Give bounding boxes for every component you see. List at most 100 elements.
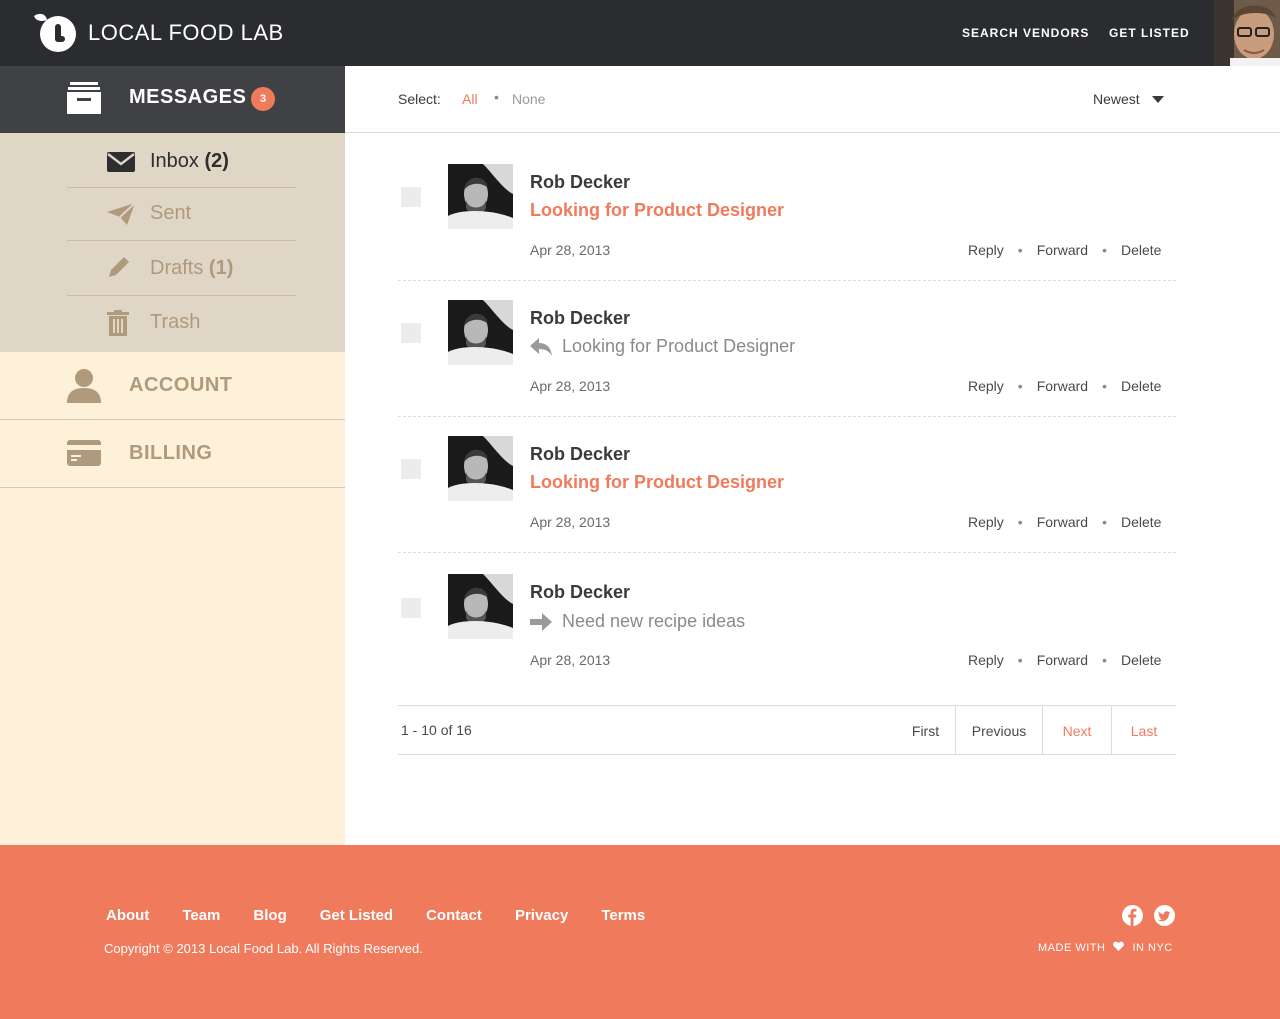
message-checkbox[interactable]: [401, 323, 421, 343]
made-in-nyc: MADE WITH IN NYC: [1038, 941, 1173, 954]
made-with-text: MADE WITH: [1038, 941, 1106, 954]
message-sender: Rob Decker: [530, 308, 631, 328]
next-page-button[interactable]: Next: [1042, 706, 1111, 755]
footer-link-team[interactable]: Team: [182, 907, 220, 924]
separator-dot: •: [1102, 378, 1107, 394]
message-date: Apr 28, 2013: [530, 378, 611, 394]
sidebar-item-trash[interactable]: Trash: [67, 296, 296, 351]
sidebar-item-sent[interactable]: Sent: [67, 188, 296, 241]
sender-avatar: [448, 300, 513, 365]
sidebar-item-label: Trash: [150, 311, 201, 333]
messages-nav-header[interactable]: MESSAGES 3: [0, 66, 345, 133]
message-row[interactable]: Rob Decker Looking for Product Designer …: [398, 417, 1176, 553]
message-actions: Reply • Forward • Delete: [968, 652, 1161, 668]
message-actions: Reply • Forward • Delete: [968, 242, 1161, 258]
message-checkbox[interactable]: [401, 598, 421, 618]
message-sender: Rob Decker: [530, 582, 631, 602]
reply-button[interactable]: Reply: [968, 378, 1004, 394]
brand-name: LOCAL FOOD LAB: [88, 20, 284, 45]
message-actions: Reply • Forward • Delete: [968, 378, 1161, 394]
paper-plane-icon: [107, 202, 136, 230]
logo[interactable]: LOCAL FOOD LAB: [32, 12, 284, 54]
messages-submenu: Inbox (2) Sent Drafts (1) Trash: [0, 133, 345, 352]
message-row[interactable]: Rob Decker Looking for Product Designer …: [398, 145, 1176, 281]
caret-down-icon: [1151, 95, 1164, 103]
billing-label: BILLING: [129, 442, 213, 464]
twitter-icon[interactable]: [1154, 905, 1175, 931]
footer-link-blog[interactable]: Blog: [253, 907, 286, 924]
copyright-text: Copyright © 2013 Local Food Lab. All Rig…: [104, 941, 423, 956]
separator-dot: •: [1017, 514, 1023, 530]
sidebar-item-label: Sent: [150, 202, 192, 224]
message-subject[interactable]: Looking for Product Designer: [530, 200, 784, 221]
pencil-icon: [107, 255, 131, 284]
footer-link-about[interactable]: About: [106, 907, 149, 924]
sidebar-item-billing[interactable]: BILLING: [0, 420, 345, 488]
top-bar: LOCAL FOOD LAB SEARCH VENDORS GET LISTED: [0, 0, 1280, 66]
forward-arrow-icon: [530, 612, 552, 631]
messages-title: MESSAGES: [129, 86, 247, 108]
sidebar-item-account[interactable]: ACCOUNT: [0, 352, 345, 420]
sidebar-item-drafts[interactable]: Drafts (1): [67, 241, 296, 296]
sidebar-item-label: Inbox (2): [150, 150, 229, 172]
separator-dot: •: [1102, 652, 1107, 668]
forward-button[interactable]: Forward: [1037, 242, 1088, 258]
delete-button[interactable]: Delete: [1121, 652, 1161, 668]
credit-card-icon: [67, 440, 101, 471]
footer-link-contact[interactable]: Contact: [426, 907, 482, 924]
sidebar-item-label: Drafts (1): [150, 257, 234, 279]
search-vendors-link[interactable]: SEARCH VENDORS: [962, 0, 1089, 66]
separator-dot: •: [1017, 652, 1023, 668]
select-label: Select:: [398, 91, 441, 107]
account-label: ACCOUNT: [129, 374, 233, 396]
sort-value: Newest: [1093, 91, 1140, 107]
message-sender: Rob Decker: [530, 172, 631, 192]
message-date: Apr 28, 2013: [530, 514, 611, 530]
in-nyc-text: IN NYC: [1132, 941, 1173, 954]
separator-dot: •: [494, 89, 499, 105]
forward-button[interactable]: Forward: [1037, 514, 1088, 530]
reply-button[interactable]: Reply: [968, 514, 1004, 530]
separator-dot: •: [1017, 242, 1023, 258]
get-listed-link[interactable]: GET LISTED: [1109, 0, 1190, 66]
separator-dot: •: [1017, 378, 1023, 394]
heart-icon: [1113, 941, 1125, 954]
sender-avatar: [448, 574, 513, 639]
message-date: Apr 28, 2013: [530, 652, 611, 668]
message-actions: Reply • Forward • Delete: [968, 514, 1161, 530]
sort-dropdown[interactable]: Newest: [1093, 91, 1164, 107]
footer-links: About Team Blog Get Listed Contact Priva…: [106, 907, 678, 924]
inbox-tray-icon: [67, 82, 101, 121]
message-subject[interactable]: Looking for Product Designer: [530, 472, 784, 493]
message-row[interactable]: Rob Decker Looking for Product Designer …: [398, 281, 1176, 417]
delete-button[interactable]: Delete: [1121, 242, 1161, 258]
footer-link-privacy[interactable]: Privacy: [515, 907, 568, 924]
message-toolbar: Select: All • None Newest: [345, 66, 1280, 133]
select-none-link[interactable]: None: [512, 91, 545, 107]
message-row[interactable]: Rob Decker Need new recipe ideas Apr 28,…: [398, 553, 1176, 689]
last-page-button[interactable]: Last: [1111, 706, 1176, 755]
delete-button[interactable]: Delete: [1121, 514, 1161, 530]
forward-button[interactable]: Forward: [1037, 378, 1088, 394]
social-links: [1122, 905, 1186, 931]
facebook-icon[interactable]: [1122, 905, 1143, 931]
previous-page-button[interactable]: Previous: [955, 706, 1042, 755]
message-checkbox[interactable]: [401, 459, 421, 479]
first-page-button[interactable]: First: [896, 706, 955, 755]
sidebar-item-inbox[interactable]: Inbox (2): [67, 133, 296, 188]
logo-icon: [32, 12, 78, 54]
message-checkbox[interactable]: [401, 187, 421, 207]
reply-arrow-icon: [530, 337, 552, 356]
message-subject-replied[interactable]: Looking for Product Designer: [530, 336, 795, 357]
footer-link-get-listed[interactable]: Get Listed: [320, 907, 393, 924]
separator-dot: •: [1102, 514, 1107, 530]
reply-button[interactable]: Reply: [968, 652, 1004, 668]
select-all-link[interactable]: All: [462, 91, 478, 107]
delete-button[interactable]: Delete: [1121, 378, 1161, 394]
message-subject-forwarded[interactable]: Need new recipe ideas: [530, 611, 745, 632]
footer-link-terms[interactable]: Terms: [601, 907, 645, 924]
forward-button[interactable]: Forward: [1037, 652, 1088, 668]
user-avatar[interactable]: [1214, 0, 1280, 66]
sidebar: MESSAGES 3 Inbox (2) Sent Drafts (1) Tra…: [0, 66, 345, 845]
reply-button[interactable]: Reply: [968, 242, 1004, 258]
